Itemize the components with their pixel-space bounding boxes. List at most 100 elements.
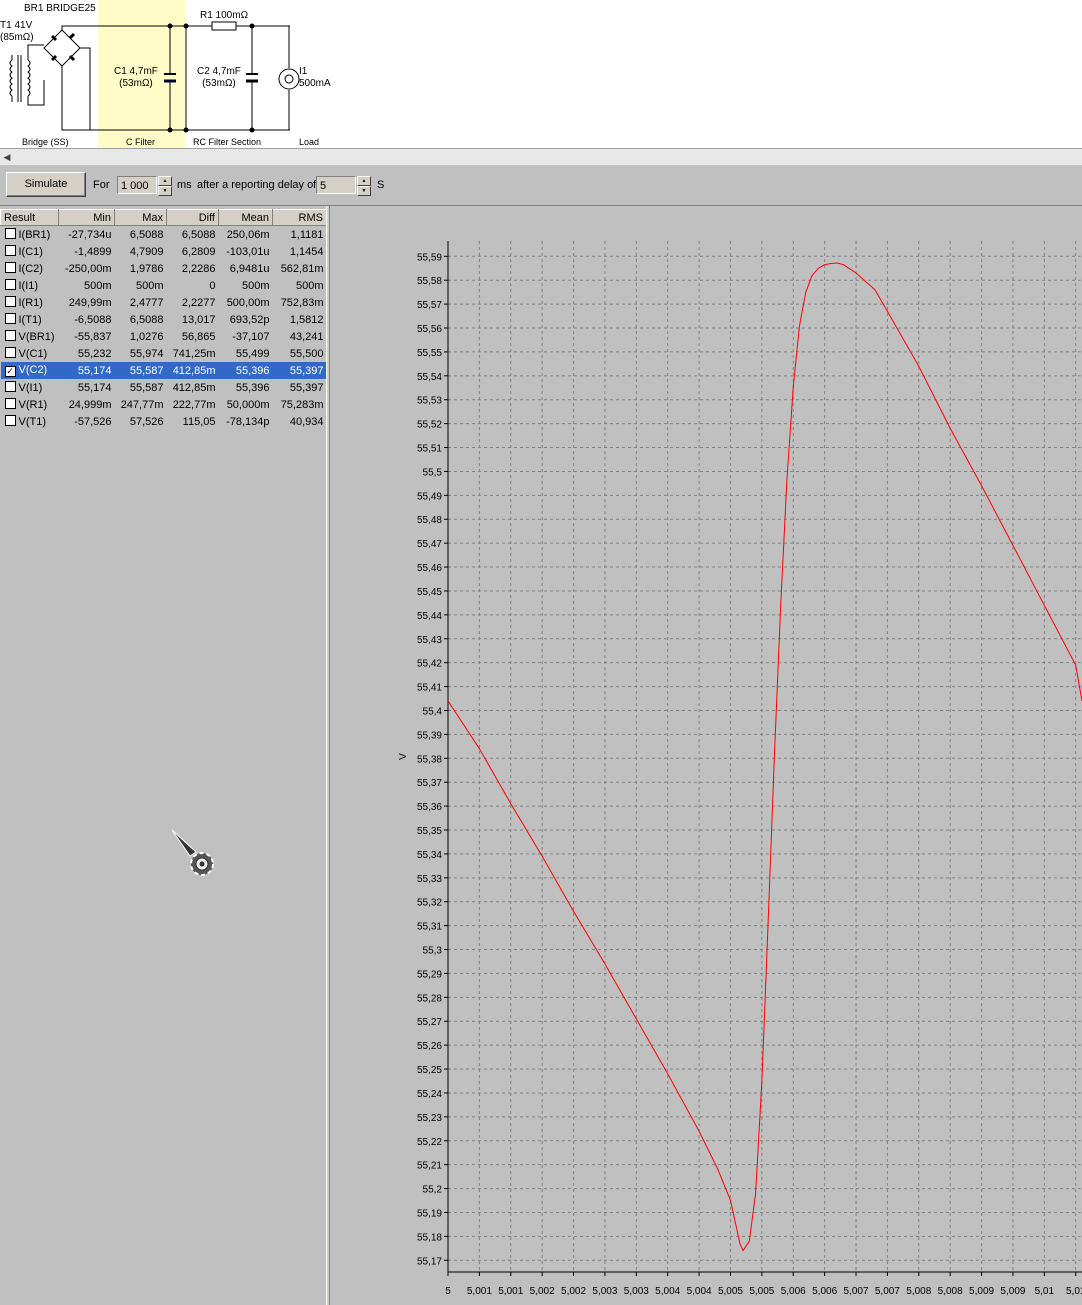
scroll-left-arrow-icon[interactable]: ◀ xyxy=(0,149,14,165)
y-tick-label: 55,29 xyxy=(417,969,442,980)
x-tick-label: 5,01 xyxy=(1066,1286,1082,1297)
result-mean-cell: 6,9481u xyxy=(229,262,270,275)
spin-down-icon[interactable]: ▼ xyxy=(357,186,371,196)
result-rms-cell: 55,397 xyxy=(272,362,327,379)
y-tick-label: 55,31 xyxy=(417,922,442,933)
result-diff-cell: 115,05 xyxy=(182,415,216,428)
results-panel: Result Min Max Diff Mean RMS I(BR1) -27,7… xyxy=(0,206,327,1305)
result-name: V(C2) xyxy=(18,364,48,376)
y-tick-label: 55,58 xyxy=(417,276,442,287)
result-name-cell[interactable]: I(C1) xyxy=(1,243,59,260)
result-rms-cell: 75,283m xyxy=(280,398,324,411)
result-name-cell[interactable]: V(BR1) xyxy=(1,328,59,345)
result-mean-cell: 50,000m xyxy=(226,398,270,411)
x-tick-label: 5,001 xyxy=(498,1286,523,1297)
waveform-chart[interactable]: 55,59 55,58 55,57 55,56 55,55 55,54 55,53 55,52… xyxy=(330,206,1082,1305)
y-tick-label: 55,3 xyxy=(423,946,443,957)
checkbox-icon[interactable] xyxy=(4,262,16,273)
table-row[interactable]: V(BR1) -55,837 1,0276 56,865 -37,107 43,241 xyxy=(1,328,327,345)
checkbox-icon[interactable] xyxy=(4,245,16,256)
table-row[interactable]: I(T1) -6,5088 6,5088 13,017 693,52p 1,5812 xyxy=(1,311,327,328)
result-name-cell[interactable]: I(BR1) xyxy=(1,226,59,244)
col-header-diff[interactable]: Diff xyxy=(166,209,219,226)
table-row[interactable]: V(R1) 24,999m 247,77m 222,77m 50,000m 75,283m xyxy=(1,396,327,413)
x-tick-label: 5,003 xyxy=(624,1286,649,1297)
spin-down-icon[interactable]: ▼ xyxy=(158,186,172,196)
result-name: V(BR1) xyxy=(18,331,55,343)
result-min-cell: 500m xyxy=(83,279,112,292)
x-tick-label: 5,007 xyxy=(875,1286,900,1297)
col-header-min[interactable]: Min xyxy=(58,209,115,226)
table-row[interactable]: I(R1) 249,99m 2,4777 2,2277 500,00m 752,83m xyxy=(1,294,327,311)
result-name-cell[interactable]: I(C2) xyxy=(1,260,59,277)
spin-up-icon[interactable]: ▲ xyxy=(158,176,172,186)
col-header-max[interactable]: Max xyxy=(114,209,167,226)
chart-svg: 55,5955,5855,5755,5655,5555,5455,5355,52… xyxy=(398,241,1082,1297)
result-name-cell[interactable]: V(I1) xyxy=(1,379,59,396)
checkbox-icon[interactable] xyxy=(4,296,16,307)
y-tick-label: 55,42 xyxy=(417,659,442,670)
result-name-cell[interactable]: ✓ V(C2) xyxy=(0,362,59,379)
table-row[interactable]: V(T1) -57,526 57,526 115,05 -78,134p 40,934 xyxy=(1,413,327,430)
result-name-cell[interactable]: V(C1) xyxy=(1,345,59,362)
result-name-cell[interactable]: I(R1) xyxy=(1,294,59,311)
result-name: I(R1) xyxy=(18,297,43,309)
result-name-cell[interactable]: I(I1) xyxy=(1,277,59,294)
checkbox-icon[interactable] xyxy=(4,381,16,392)
y-tick-label: 55,49 xyxy=(417,491,442,502)
y-tick-label: 55,43 xyxy=(417,635,442,646)
schematic-view[interactable]: BR1 BRIDGE25 T1 41V (85mΩ) R1 100mΩ C1 4… xyxy=(0,0,1082,148)
duration-spinner[interactable]: ▲ ▼ xyxy=(158,176,172,196)
x-tick-label: 5,006 xyxy=(781,1286,806,1297)
checkbox-icon[interactable] xyxy=(4,330,16,341)
table-row[interactable]: ✓ V(C2) 55,174 55,587 412,85m 55,396 55,397 xyxy=(0,362,327,379)
col-header-result[interactable]: Result xyxy=(0,209,59,226)
result-mean-cell: -78,134p xyxy=(226,415,270,428)
checkbox-icon[interactable] xyxy=(4,415,16,426)
result-name: I(C1) xyxy=(18,246,43,258)
x-tick-label: 5,004 xyxy=(687,1286,712,1297)
result-name-cell[interactable]: V(R1) xyxy=(1,396,59,413)
result-max-cell: 247,77m xyxy=(120,398,164,411)
table-row[interactable]: V(C1) 55,232 55,974 741,25m 55,499 55,500 xyxy=(1,345,327,362)
checkbox-icon[interactable] xyxy=(4,279,16,290)
y-tick-label: 55,51 xyxy=(417,444,442,455)
duration-input[interactable]: 1 000 xyxy=(117,176,157,194)
table-row[interactable]: V(I1) 55,174 55,587 412,85m 55,396 55,397 xyxy=(1,379,327,396)
y-tick-label: 55,25 xyxy=(417,1065,442,1076)
horizontal-scrollbar[interactable]: ◀ xyxy=(0,148,1082,166)
i1-label: I1 500mA xyxy=(299,66,331,89)
y-tick-label: 55,18 xyxy=(417,1232,442,1243)
checkbox-checked-icon[interactable]: ✓ xyxy=(4,366,16,377)
delay-spinner[interactable]: ▲ ▼ xyxy=(357,176,371,196)
checkbox-icon[interactable] xyxy=(4,398,16,409)
checkbox-icon[interactable] xyxy=(4,313,16,324)
simulate-button[interactable]: Simulate xyxy=(6,172,86,197)
checkbox-icon[interactable] xyxy=(4,228,16,239)
x-tick-label: 5,002 xyxy=(561,1286,586,1297)
y-tick-label: 55,47 xyxy=(417,539,442,550)
result-min-cell: -27,734u xyxy=(68,228,112,241)
spin-up-icon[interactable]: ▲ xyxy=(357,176,371,186)
result-max-cell: 1,9786 xyxy=(129,262,164,275)
result-mean-cell: 55,396 xyxy=(218,362,273,379)
checkbox-icon[interactable] xyxy=(4,347,16,358)
result-name: I(C2) xyxy=(18,263,43,275)
delay-input[interactable]: 5 xyxy=(316,176,356,194)
result-name-cell[interactable]: V(T1) xyxy=(1,413,59,430)
table-row[interactable]: I(C2) -250,00m 1,9786 2,2286 6,9481u 562,81m xyxy=(1,260,327,277)
col-header-mean[interactable]: Mean xyxy=(218,209,273,226)
y-tick-label: 55,57 xyxy=(417,300,442,311)
col-header-rms[interactable]: RMS xyxy=(272,209,327,226)
result-name-cell[interactable]: I(T1) xyxy=(1,311,59,328)
result-mean-cell: 500m xyxy=(241,279,270,292)
table-row[interactable]: I(BR1) -27,734u 6,5088 6,5088 250,06m 1,1181 xyxy=(1,226,327,244)
y-tick-label: 55,5 xyxy=(423,467,443,478)
y-tick-label: 55,22 xyxy=(417,1137,442,1148)
table-row[interactable]: I(C1) -1,4899 4,7909 6,2809 -103,01u 1,1454 xyxy=(1,243,327,260)
result-max-cell: 55,974 xyxy=(129,347,164,360)
result-min-cell: -55,837 xyxy=(74,330,112,343)
result-diff-cell: 0 xyxy=(209,279,216,292)
simulation-toolbar: Simulate For 1 000 ▲ ▼ ms after a reporti… xyxy=(0,165,1082,206)
table-row[interactable]: I(I1) 500m 500m 0 500m 500m xyxy=(1,277,327,294)
